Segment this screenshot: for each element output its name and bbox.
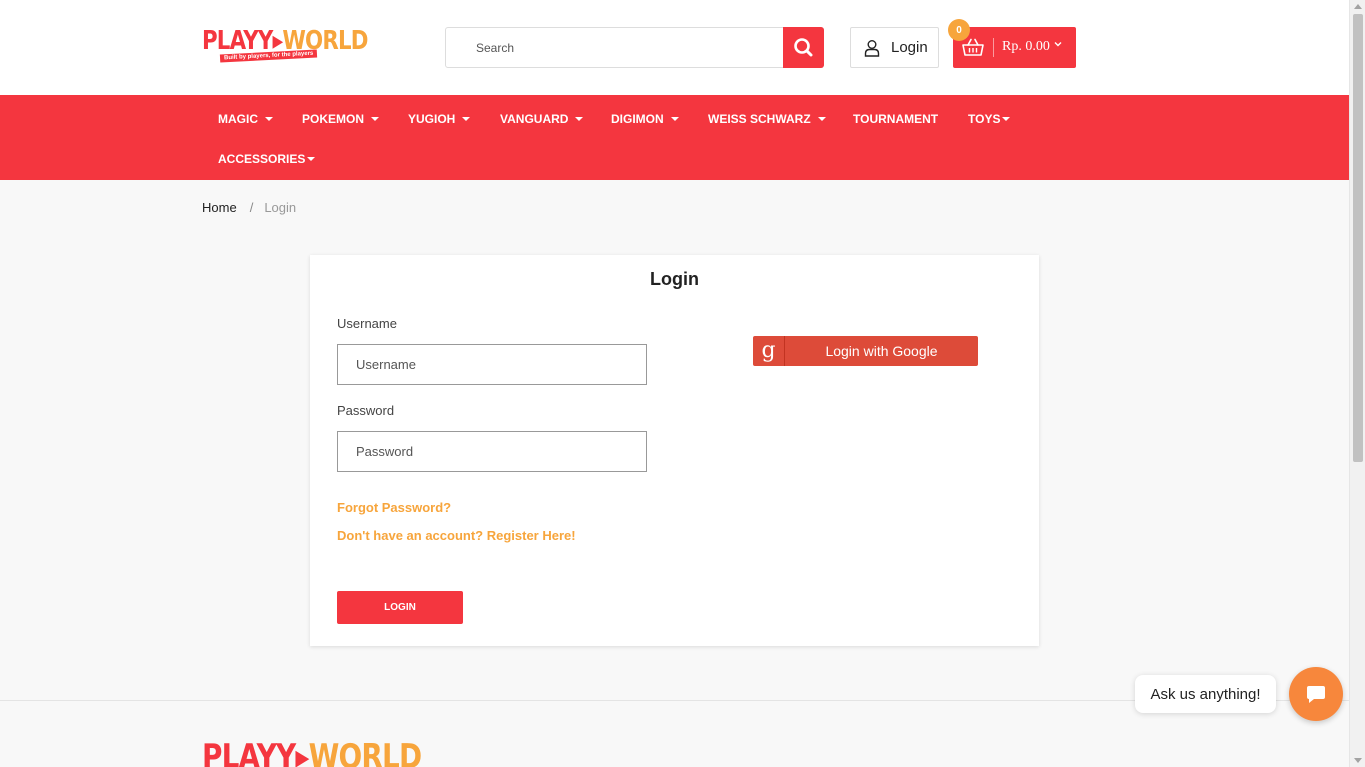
nav-item-magic[interactable]: MAGIC <box>218 112 273 126</box>
login-submit-button[interactable]: LOGIN <box>337 591 463 624</box>
caret-down-icon <box>817 117 826 121</box>
password-field-wrap <box>337 431 647 472</box>
search-input[interactable] <box>446 28 784 67</box>
login-card: Login Username Password Forgot Password?… <box>310 255 1039 646</box>
nav-label: DIGIMON <box>611 112 664 126</box>
caret-down-icon <box>371 117 380 121</box>
login-title: Login <box>650 269 699 289</box>
caret-down-icon <box>575 117 584 121</box>
basket-icon <box>962 38 984 56</box>
scroll-down-arrow-icon[interactable] <box>1354 758 1362 763</box>
nav-item-digimon[interactable]: DIGIMON <box>611 112 679 126</box>
scroll-up-arrow-icon[interactable] <box>1354 4 1362 9</box>
breadcrumb-current: Login <box>264 200 297 215</box>
nav-label: TOYS <box>968 112 1001 126</box>
user-icon <box>864 39 880 57</box>
google-login-button[interactable]: g Login with Google <box>753 336 978 366</box>
footer-logo-word-2: WORLD <box>308 737 423 767</box>
chevron-down-icon <box>1054 42 1062 47</box>
caret-down-icon <box>265 117 273 121</box>
nav-item-accessories[interactable]: ACCESSORIES <box>218 152 316 166</box>
site-logo[interactable]: PLAYY▸WORLD Built by players, for the pl… <box>202 26 368 64</box>
google-icon: g <box>753 336 785 366</box>
search-bar <box>445 27 824 68</box>
footer-logo-word-1: PLAYY <box>202 737 296 767</box>
password-input[interactable] <box>338 432 646 471</box>
cart-count-badge: 0 <box>948 19 970 41</box>
username-input[interactable] <box>338 345 646 384</box>
page-scrollbar[interactable] <box>1349 0 1365 767</box>
nav-item-tournament[interactable]: TOURNAMENT <box>853 112 938 126</box>
username-field-wrap <box>337 344 647 385</box>
cart-amount: Rp. 0.00 <box>1002 39 1050 54</box>
nav-label: VANGUARD <box>500 112 569 126</box>
breadcrumb-home[interactable]: Home <box>202 200 237 215</box>
site-header: PLAYY▸WORLD Built by players, for the pl… <box>0 0 1349 95</box>
caret-down-icon <box>307 157 316 161</box>
scrollbar-thumb[interactable] <box>1353 14 1363 462</box>
nav-item-weiss-schwarz[interactable]: WEISS SCHWARZ <box>708 112 826 126</box>
nav-label: MAGIC <box>218 112 258 126</box>
nav-label: ACCESSORIES <box>218 152 306 166</box>
username-label: Username <box>337 316 397 331</box>
nav-item-toys[interactable]: TOYS <box>968 112 1011 126</box>
google-login-label: Login with Google <box>825 343 938 359</box>
cart-button[interactable]: Rp. 0.00 <box>953 27 1076 68</box>
nav-item-vanguard[interactable]: VANGUARD <box>500 112 584 126</box>
header-login-button[interactable]: Login <box>850 27 939 68</box>
breadcrumb: Home / Login <box>202 200 296 215</box>
register-link[interactable]: Don't have an account? Register Here! <box>337 528 576 543</box>
nav-label: YUGIOH <box>408 112 456 126</box>
nav-label: WEISS SCHWARZ <box>708 112 811 126</box>
main-nav: MAGIC POKEMON YUGIOH VANGUARD DIGIMON WE… <box>0 95 1349 180</box>
nav-item-pokemon[interactable]: POKEMON <box>302 112 380 126</box>
chat-launcher-button[interactable] <box>1289 667 1343 721</box>
nav-item-yugioh[interactable]: YUGIOH <box>408 112 471 126</box>
password-label: Password <box>337 403 395 418</box>
cart-divider <box>993 38 994 57</box>
search-icon <box>794 38 813 57</box>
caret-down-icon <box>1002 117 1011 121</box>
chat-icon <box>1307 686 1325 703</box>
caret-down-icon <box>462 117 471 121</box>
nav-label: POKEMON <box>302 112 365 126</box>
footer-logo[interactable]: PLAYY▸WORLD <box>202 737 423 767</box>
forgot-password-link[interactable]: Forgot Password? <box>337 500 451 515</box>
nav-label: TOURNAMENT <box>853 112 939 126</box>
breadcrumb-separator: / <box>249 200 254 215</box>
caret-down-icon <box>670 117 679 121</box>
header-login-label: Login <box>891 39 928 56</box>
chat-prompt-bubble[interactable]: Ask us anything! <box>1135 675 1276 713</box>
search-button[interactable] <box>783 27 824 68</box>
